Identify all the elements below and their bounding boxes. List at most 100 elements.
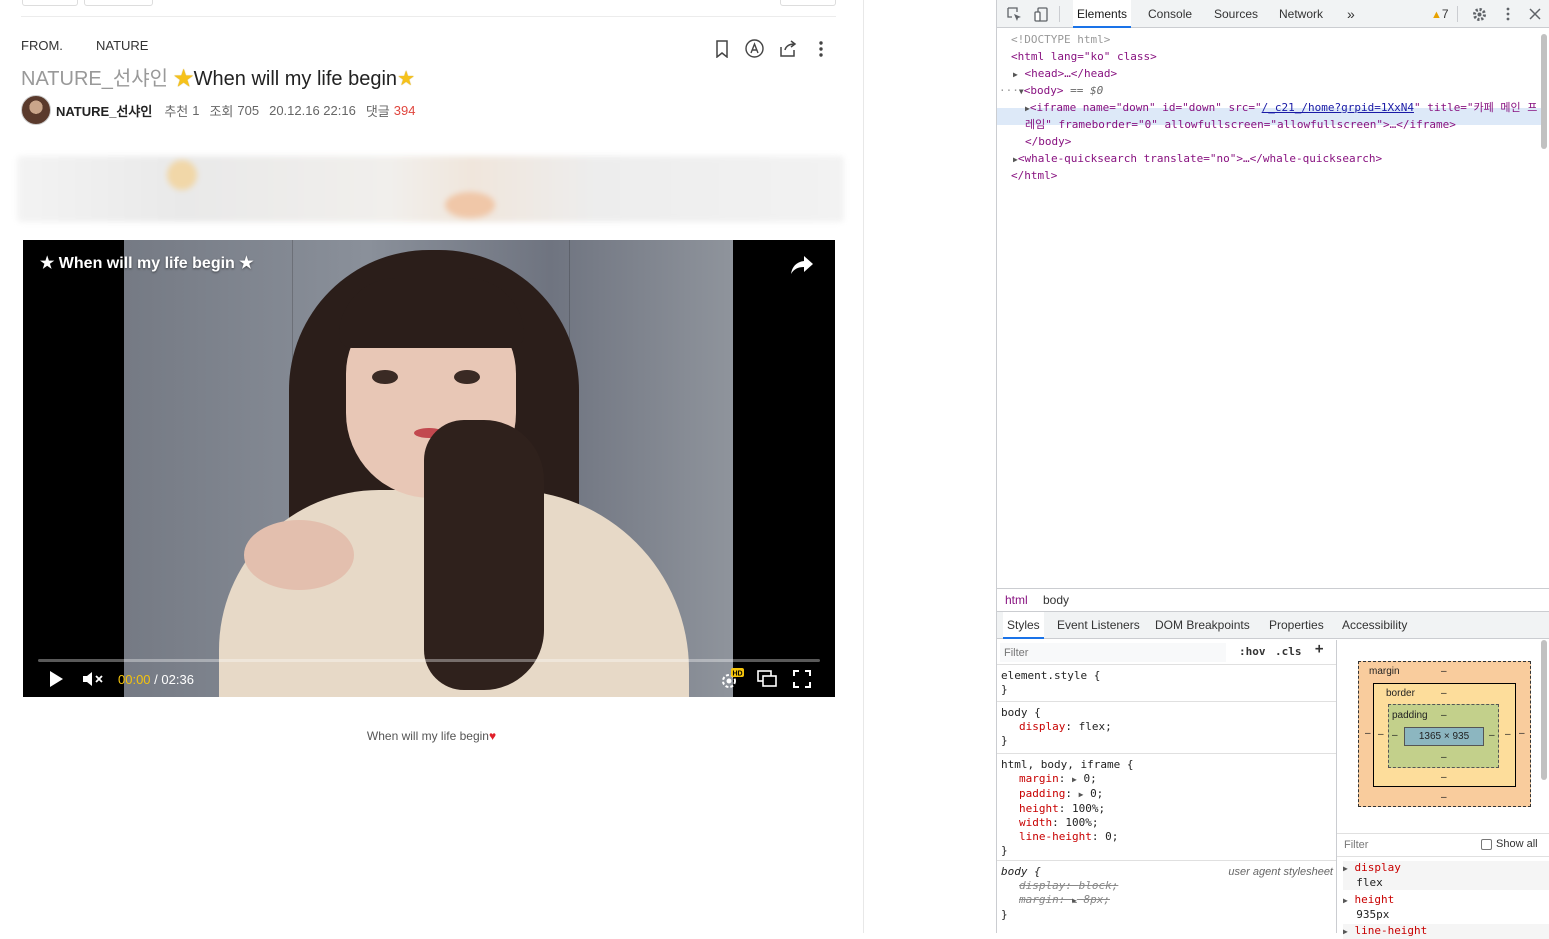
dom-html-open[interactable]: <html lang="ko" class>: [1011, 48, 1157, 65]
style-declaration[interactable]: padding: ▶ 0;: [1001, 787, 1333, 802]
board-name[interactable]: NATURE_선샤인: [21, 68, 168, 90]
close-devtools-icon[interactable]: [1526, 5, 1544, 23]
prop-value[interactable]: 0;: [1090, 787, 1103, 800]
comments-label[interactable]: 댓글: [366, 101, 390, 120]
hov-toggle[interactable]: :hov: [1239, 645, 1266, 659]
tab-console[interactable]: Console: [1144, 0, 1196, 28]
dom-html-close[interactable]: </html>: [1011, 167, 1057, 184]
tab-elements[interactable]: Elements: [1073, 0, 1132, 28]
style-rule-element: element.style { }: [997, 666, 1336, 702]
padding-bottom-value[interactable]: –: [1441, 752, 1447, 763]
margin-top-value[interactable]: –: [1441, 666, 1447, 677]
dom-doctype[interactable]: <!DOCTYPE html>: [1011, 31, 1110, 48]
box-model-border[interactable]: border – – – – padding – – – – 1365 × 93…: [1373, 683, 1516, 787]
rule-selector[interactable]: element.style {: [1001, 669, 1333, 683]
style-declaration[interactable]: line-height: 0;: [1001, 830, 1333, 844]
fullscreen-icon[interactable]: [791, 667, 813, 691]
play-icon[interactable]: [45, 667, 67, 691]
prop-value[interactable]: flex;: [1079, 720, 1112, 733]
padding-top-value[interactable]: –: [1441, 710, 1447, 721]
box-model-margin[interactable]: margin – – – – border – – – – padding – …: [1358, 661, 1531, 807]
dom-iframe-line2[interactable]: 레임" frameborder="0" allowfullscreen="all…: [1025, 116, 1456, 133]
tab-properties[interactable]: Properties: [1269, 612, 1324, 639]
style-declaration[interactable]: margin: ▶ 0;: [1001, 772, 1333, 787]
rule-selector[interactable]: body {: [1001, 706, 1333, 720]
kebab-menu-icon[interactable]: [1499, 5, 1517, 23]
prop-name[interactable]: padding: [1019, 787, 1065, 800]
tab-accessibility[interactable]: Accessibility: [1342, 612, 1407, 639]
tab-network[interactable]: Network: [1275, 0, 1327, 28]
share-icon[interactable]: [777, 38, 798, 59]
margin-left-value[interactable]: –: [1365, 728, 1371, 739]
padding-right-value[interactable]: –: [1489, 730, 1495, 741]
style-declaration[interactable]: width: 100%;: [1001, 816, 1333, 830]
box-model-padding[interactable]: padding – – – – 1365 × 935: [1388, 704, 1499, 768]
prop-name[interactable]: width: [1019, 816, 1052, 829]
from-board-link[interactable]: NATURE: [96, 38, 148, 53]
rule-selector[interactable]: html, body, iframe {: [1001, 758, 1333, 772]
computed-property[interactable]: ▶ display flex: [1343, 861, 1549, 890]
more-tabs-icon[interactable]: »: [1343, 0, 1359, 28]
prop-name[interactable]: line-height: [1019, 830, 1092, 843]
border-left-value[interactable]: –: [1378, 729, 1384, 740]
border-right-value[interactable]: –: [1505, 729, 1511, 740]
list-button-stub[interactable]: [780, 0, 836, 6]
styles-filter-input[interactable]: [1000, 643, 1226, 662]
tab-dom-breakpoints[interactable]: DOM Breakpoints: [1155, 612, 1250, 639]
tab-sources[interactable]: Sources: [1210, 0, 1262, 28]
pip-icon[interactable]: [756, 667, 778, 691]
dom-body-node[interactable]: ···▼<body> == $0: [999, 82, 1103, 99]
style-declaration[interactable]: height: 100%;: [1001, 802, 1333, 816]
dom-head-node[interactable]: ▶ <head>…</head>: [1013, 65, 1117, 82]
prop-name[interactable]: height: [1019, 802, 1059, 815]
dom-whale-node[interactable]: ▶<whale-quicksearch translate="no">…</wh…: [1013, 150, 1382, 167]
prop-name[interactable]: margin: [1019, 772, 1059, 785]
prop-name[interactable]: display: [1019, 720, 1065, 733]
expand-triangle-icon[interactable]: ▶: [1013, 70, 1018, 79]
comments-count[interactable]: 394: [394, 103, 416, 118]
computed-property[interactable]: ▶ height 935px: [1343, 893, 1394, 922]
prop-value[interactable]: 100%;: [1065, 816, 1098, 829]
more-icon[interactable]: [810, 38, 831, 59]
bookmark-icon[interactable]: [711, 38, 732, 59]
prop-value[interactable]: 0;: [1105, 830, 1118, 843]
device-toolbar-icon[interactable]: [1032, 5, 1050, 23]
prop-value[interactable]: 100%;: [1072, 802, 1105, 815]
settings-icon[interactable]: HD: [719, 667, 745, 691]
video-player[interactable]: ★ When will my life begin ★ 00:00 / 02:3…: [23, 240, 835, 697]
style-declaration[interactable]: display: flex;: [1001, 720, 1333, 734]
new-style-rule-icon[interactable]: +: [1315, 642, 1323, 656]
prop-value[interactable]: 0;: [1083, 772, 1096, 785]
breadcrumb-html[interactable]: html: [1005, 593, 1028, 607]
cls-toggle[interactable]: .cls: [1275, 645, 1302, 659]
border-bottom-value[interactable]: –: [1441, 772, 1447, 783]
margin-right-value[interactable]: –: [1519, 728, 1525, 739]
video-progress-bar[interactable]: [38, 659, 820, 662]
show-all-toggle[interactable]: Show all: [1481, 838, 1538, 850]
inspect-element-icon[interactable]: [1005, 5, 1023, 23]
show-all-checkbox[interactable]: [1481, 838, 1492, 850]
padding-left-value[interactable]: –: [1392, 730, 1398, 741]
author-name[interactable]: NATURE_선샤인: [56, 101, 152, 120]
border-top-value[interactable]: –: [1441, 688, 1447, 699]
settings-gear-icon[interactable]: [1470, 5, 1488, 23]
iframe-src-link[interactable]: /_c21_/home?grpid=1XxN4: [1262, 101, 1414, 114]
box-model-content-size[interactable]: 1365 × 935: [1404, 727, 1484, 746]
video-share-icon[interactable]: [789, 253, 815, 277]
margin-bottom-value[interactable]: –: [1441, 792, 1447, 803]
computed-filter-input[interactable]: Filter: [1344, 839, 1368, 851]
tab-styles[interactable]: Styles: [1003, 612, 1044, 639]
breadcrumb-body[interactable]: body: [1043, 593, 1069, 607]
dom-iframe-node[interactable]: ▶<iframe name="down" id="down" src="/_c2…: [1025, 99, 1537, 116]
prev-button-stub[interactable]: [22, 0, 78, 6]
next-button-stub[interactable]: [84, 0, 153, 6]
warnings-counter[interactable]: ▲7: [1431, 7, 1449, 21]
volume-icon[interactable]: [81, 667, 105, 691]
tab-event-listeners[interactable]: Event Listeners: [1057, 612, 1140, 639]
dom-body-close[interactable]: </body>: [1025, 133, 1071, 150]
avatar[interactable]: [21, 95, 51, 125]
translate-icon[interactable]: [744, 38, 765, 59]
dom-scrollbar[interactable]: [1541, 34, 1547, 149]
computed-property[interactable]: ▶ line-height: [1343, 924, 1549, 939]
styles-scrollbar[interactable]: [1541, 640, 1547, 780]
